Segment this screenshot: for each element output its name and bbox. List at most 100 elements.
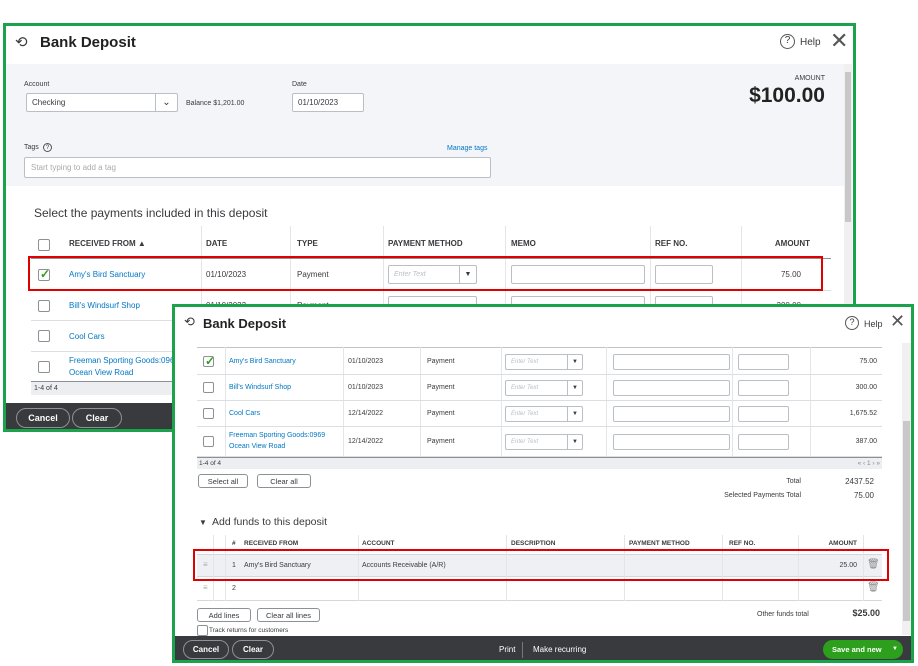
payment-method-placeholder: Enter Text (511, 385, 539, 391)
col-amount: AMOUNT (774, 239, 810, 248)
scrollbar[interactable] (902, 343, 911, 635)
row-type: Payment (427, 357, 455, 365)
row-amount: 300.00 (855, 384, 877, 391)
add-lines-button[interactable]: Add lines (197, 608, 251, 622)
received-from-link[interactable]: Cool Cars (229, 410, 260, 417)
received-from-link[interactable]: Freeman Sporting Goods:0969 (69, 356, 179, 365)
payment-method-select[interactable]: Enter Text ▼ (505, 406, 583, 422)
funds-row: ≡ 2 🗑 (197, 578, 882, 601)
footer-bar: Cancel Clear Print Make recurring Save a… (175, 636, 911, 660)
row-type: Payment (427, 410, 455, 417)
track-returns-checkbox[interactable] (197, 625, 208, 636)
memo-input[interactable] (613, 406, 730, 422)
clear-all-lines-label: Clear all lines (265, 610, 312, 620)
ref-no-input[interactable] (738, 406, 789, 422)
ref-no-input[interactable] (738, 353, 789, 370)
tags-input[interactable]: Start typing to add a tag (24, 157, 491, 178)
col-date[interactable]: DATE (206, 239, 227, 248)
window-title: Bank Deposit (203, 316, 287, 331)
make-recurring-button[interactable]: Make recurring (533, 645, 586, 654)
clear-button[interactable]: Clear (232, 640, 274, 659)
row-checkbox[interactable] (38, 361, 50, 373)
clear-all-label: Clear all (270, 476, 298, 486)
received-from-link[interactable]: Cool Cars (69, 332, 105, 341)
row-checkbox[interactable] (203, 436, 214, 447)
clear-label: Clear (242, 645, 263, 654)
col-ref-no: REF NO. (655, 239, 688, 248)
help-icon[interactable]: ? (780, 34, 795, 49)
payment-method-placeholder: Enter Text (511, 439, 539, 445)
received-from-link-line2[interactable]: Ocean View Road (229, 443, 285, 450)
ref-no-input[interactable] (738, 434, 789, 450)
col-description: DESCRIPTION (511, 540, 556, 547)
cancel-button[interactable]: Cancel (183, 640, 229, 659)
row-date: 01/10/2023 (348, 357, 384, 365)
payment-method-placeholder: Enter Text (511, 358, 539, 365)
caret-down-icon: ▼ (567, 435, 582, 449)
memo-input[interactable] (613, 380, 730, 396)
row-checkbox[interactable] (203, 354, 215, 368)
received-from-link[interactable]: Bill's Windsurf Shop (69, 301, 140, 310)
row-checkbox[interactable] (38, 330, 50, 342)
received-from-link[interactable]: Amy's Bird Sanctuary (229, 358, 296, 365)
funds-section-title[interactable]: Add funds to this deposit (212, 516, 327, 528)
col-amount: AMOUNT (828, 540, 857, 547)
payment-method-select[interactable]: Enter Text ▼ (505, 434, 583, 450)
memo-input[interactable] (613, 434, 730, 450)
help-link[interactable]: Help (864, 319, 883, 329)
row-checkbox[interactable] (203, 382, 214, 393)
row-checkbox[interactable] (38, 300, 50, 312)
close-icon[interactable]: ✕ (890, 311, 905, 332)
col-received-from: RECEIVED FROM (244, 540, 299, 547)
tags-info-icon[interactable]: ? (43, 143, 52, 152)
row-type: Payment (427, 384, 455, 391)
row-date: 12/14/2022 (348, 438, 384, 445)
date-input[interactable]: 01/10/2023 (292, 93, 364, 112)
manage-tags-link[interactable]: Manage tags (447, 145, 487, 152)
help-icon[interactable]: ? (845, 316, 859, 330)
other-funds-total-label: Other funds total (757, 611, 809, 618)
selected-total-value: 75.00 (853, 491, 874, 500)
close-icon[interactable]: ✕ (830, 28, 848, 54)
tags-label: Tags (24, 144, 39, 151)
memo-input[interactable] (613, 353, 730, 370)
select-all-checkbox[interactable] (38, 239, 50, 251)
print-button[interactable]: Print (499, 645, 515, 654)
account-value: Checking (32, 98, 66, 107)
save-and-new-button[interactable]: Save and new ▼ (823, 640, 903, 659)
drag-handle-icon[interactable]: ≡ (203, 583, 208, 592)
received-from-link[interactable]: Bill's Windsurf Shop (229, 384, 291, 391)
col-type[interactable]: TYPE (297, 239, 318, 248)
help-link[interactable]: Help (800, 37, 821, 48)
clear-all-lines-button[interactable]: Clear all lines (257, 608, 320, 622)
col-received-from[interactable]: RECEIVED FROM ▲ (69, 239, 146, 248)
cancel-label: Cancel (28, 413, 58, 423)
bank-deposit-window-front: ⟲ Bank Deposit ? Help ✕ Amy's Bird Sanct… (172, 304, 914, 663)
balance-text: Balance $1,201.00 (186, 100, 245, 107)
row-date: 12/14/2022 (348, 410, 384, 417)
payment-method-select[interactable]: Enter Text ▼ (505, 353, 583, 370)
caret-down-icon[interactable]: ▼ (892, 646, 898, 652)
collapse-caret-icon[interactable]: ▼ (199, 518, 207, 527)
payment-method-select[interactable]: Enter Text ▼ (505, 380, 583, 396)
row-checkbox[interactable] (203, 408, 214, 419)
cancel-label: Cancel (192, 645, 220, 654)
cancel-button[interactable]: Cancel (16, 408, 70, 428)
select-all-button[interactable]: Select all (198, 474, 248, 488)
trash-icon[interactable]: 🗑 (867, 582, 880, 593)
received-from-link[interactable]: Freeman Sporting Goods:0969 (229, 432, 325, 439)
pager-nav[interactable]: « ‹ 1 › » (858, 460, 880, 467)
date-value: 01/10/2023 (298, 98, 339, 107)
clear-button[interactable]: Clear (72, 408, 122, 428)
account-label: Account (24, 81, 50, 88)
account-select[interactable]: Checking ⌄ (26, 93, 178, 112)
caret-down-icon: ▼ (567, 407, 582, 421)
received-from-link-line2[interactable]: Ocean View Road (69, 368, 133, 377)
table-row: Bill's Windsurf Shop 01/10/2023 Payment … (197, 375, 882, 401)
ref-no-input[interactable] (738, 380, 789, 396)
clear-all-button[interactable]: Clear all (257, 474, 311, 488)
section-title: Select the payments included in this dep… (34, 206, 268, 220)
date-label: Date (292, 81, 307, 88)
amount-value: $100.00 (749, 84, 825, 107)
tags-placeholder: Start typing to add a tag (31, 163, 116, 172)
